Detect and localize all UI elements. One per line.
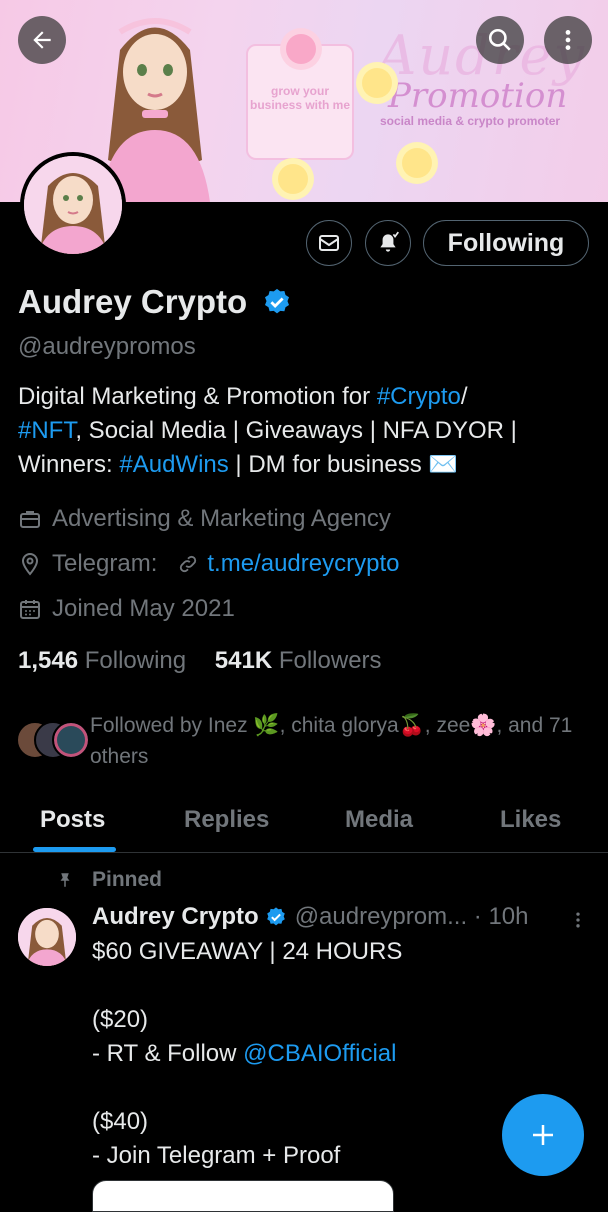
pin-icon (60, 873, 70, 887)
followed-by-text[interactable]: Followed by Inez 🌿, chita glorya🍒, zee🌸,… (90, 710, 590, 772)
post-header: Audrey Crypto @audreyprom... · 10h (92, 903, 529, 931)
pinned-label: Pinned (56, 868, 162, 892)
verified-badge-icon (265, 288, 290, 314)
profile-website-link[interactable]: t.me/audreycrypto (207, 550, 399, 578)
profile-stats: 1,546 Following 541K Followers (18, 647, 382, 675)
profile-name-row: Audrey Crypto (18, 283, 292, 321)
location-pin-icon (21, 552, 39, 576)
bio-text: , Social Media | Giveaways | NFA DYOR | (75, 417, 517, 444)
following-button[interactable]: Following (423, 220, 589, 266)
compose-button[interactable] (502, 1094, 584, 1176)
bio-text: Winners: (18, 451, 120, 478)
followers-label: Followers (278, 647, 382, 674)
flower-decoration (278, 164, 308, 194)
location-text: Telegram: (52, 550, 158, 577)
following-label: Following (84, 647, 187, 674)
profile-avatar[interactable] (20, 152, 126, 258)
joined-text: Joined May 2021 (52, 595, 235, 622)
profile-category: Advertising & Marketing Agency (18, 505, 391, 533)
post-avatar-illustration (18, 908, 76, 966)
mention-link[interactable]: @CBAIOfficial (243, 1040, 396, 1067)
mail-icon (319, 235, 339, 251)
post-line: ($20) (92, 1006, 149, 1033)
post-more-icon[interactable] (568, 908, 588, 932)
post-line: ($40) (92, 1108, 149, 1135)
follower-avatar (52, 721, 90, 759)
banner-title: Promotion (388, 76, 568, 116)
avatar-illustration (24, 156, 122, 254)
followers-count: 541K (214, 647, 273, 674)
tab-likes[interactable]: Likes (500, 806, 561, 834)
bio-text: Digital Marketing & Promotion for (18, 383, 377, 410)
active-tab-indicator (33, 847, 116, 852)
banner-subtitle: social media & crypto promoter (380, 114, 561, 128)
tab-posts[interactable]: Posts (40, 806, 105, 834)
category-text: Advertising & Marketing Agency (52, 505, 391, 532)
search-icon (488, 28, 511, 51)
post-line: - RT & Follow (92, 1040, 244, 1067)
bio-text: | DM for business ✉️ (228, 451, 459, 478)
flower-decoration (286, 34, 316, 64)
message-button[interactable] (306, 220, 352, 266)
back-button[interactable] (18, 16, 66, 64)
post-line: - Join Telegram + Proof (92, 1142, 341, 1169)
verified-badge-icon (266, 907, 285, 926)
briefcase-icon (20, 511, 40, 528)
avatar-image (24, 156, 122, 254)
link-icon (180, 555, 197, 573)
more-vertical-icon (565, 30, 571, 50)
followers-stat[interactable]: 541K Followers (215, 647, 382, 674)
calendar-icon (20, 600, 40, 619)
post-line: $60 GIVEAWAY | 24 HOURS (92, 938, 403, 965)
profile-name: Audrey Crypto (18, 283, 248, 320)
notifications-button[interactable] (365, 220, 411, 266)
hashtag-link[interactable]: #NFT (18, 417, 75, 444)
profile-tabs: Posts Replies Media Likes (0, 800, 608, 853)
flower-decoration (362, 68, 392, 98)
post-author-name[interactable]: Audrey Crypto (92, 903, 259, 931)
hashtag-link[interactable]: #AudWins (119, 451, 228, 478)
profile-bio: Digital Marketing & Promotion for #Crypt… (18, 380, 588, 482)
following-count: 1,546 (18, 647, 79, 674)
hashtag-link[interactable]: #Crypto (377, 383, 461, 410)
profile-joined: Joined May 2021 (18, 595, 235, 623)
banner-card-text: grow your business with me (249, 84, 351, 112)
post-handle-time: @audreyprom... · 10h (294, 903, 529, 930)
tab-replies[interactable]: Replies (184, 806, 269, 834)
following-stat[interactable]: 1,546 Following (18, 647, 186, 674)
bell-add-icon (380, 231, 399, 252)
plus-icon (533, 1125, 553, 1145)
pinned-text: Pinned (92, 868, 163, 891)
back-arrow-icon (33, 31, 51, 49)
search-button[interactable] (476, 16, 524, 64)
bio-text: / (460, 383, 468, 410)
more-options-button[interactable] (544, 16, 592, 64)
flower-decoration (402, 148, 432, 178)
tab-media[interactable]: Media (345, 806, 413, 834)
profile-handle: @audreypromos (18, 333, 196, 360)
post-author-avatar[interactable] (18, 908, 76, 966)
profile-location: Telegram: t.me/audreycrypto (18, 550, 399, 578)
post-media[interactable] (92, 1180, 394, 1212)
